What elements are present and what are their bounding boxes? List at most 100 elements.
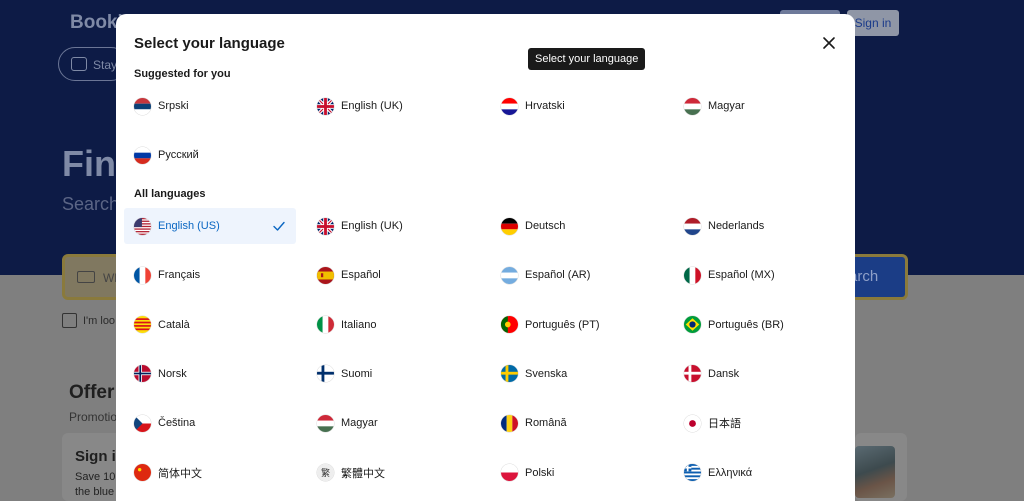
language-option-fi-suomi[interactable]: Suomi xyxy=(307,356,479,392)
language-option-label: Español (MX) xyxy=(708,269,775,282)
language-option-se-svenska[interactable]: Svenska xyxy=(491,356,663,392)
language-option-nl-nederlands[interactable]: Nederlands xyxy=(674,208,846,244)
destination-search-input[interactable]: Wh xyxy=(62,254,122,300)
language-option-label: 繁體中文 xyxy=(341,467,385,480)
work-travel-checkbox[interactable] xyxy=(62,313,77,328)
language-option-gr-lang[interactable]: Ελληνικά xyxy=(674,455,846,491)
flag-icon-hu xyxy=(317,414,334,432)
language-option-label: Català xyxy=(158,318,190,331)
language-option-hr-hrvatski[interactable]: Hrvatski xyxy=(491,88,663,124)
language-option-label: English (US) xyxy=(158,220,220,232)
language-option-label: Español (AR) xyxy=(525,269,591,282)
checkmark-icon xyxy=(272,219,286,233)
flag-icon-mx xyxy=(684,266,701,284)
svg-text:繁: 繁 xyxy=(321,467,330,479)
flag-icon-ct xyxy=(134,316,151,334)
language-option-hu-magyar[interactable]: Magyar xyxy=(674,88,846,124)
language-option-us-english-us[interactable]: English (US) xyxy=(124,208,296,244)
flag-icon-gb xyxy=(317,217,334,235)
work-travel-checkbox-label: I'm loo xyxy=(83,315,116,327)
language-option-ro-romana[interactable]: Română xyxy=(491,405,663,441)
language-option-label: Nederlands xyxy=(708,220,765,232)
language-option-label: Polski xyxy=(525,466,555,479)
language-option-label: Magyar xyxy=(708,100,745,112)
language-option-cn-lang[interactable]: 简体中文 xyxy=(124,455,296,491)
close-button[interactable] xyxy=(819,33,839,53)
language-option-pt-portugues-pt[interactable]: Português (PT) xyxy=(491,307,663,343)
stays-tab-label: Stay xyxy=(93,58,118,72)
flag-icon-ro xyxy=(501,414,518,432)
flag-icon-fr xyxy=(134,266,151,284)
flag-icon-us xyxy=(134,217,151,235)
flag-icon-pl xyxy=(501,464,518,481)
language-option-jp-lang[interactable]: 日本語 xyxy=(674,405,846,441)
flag-icon-de xyxy=(501,217,518,235)
flag-icon-hr xyxy=(501,97,518,115)
language-option-label: Norsk xyxy=(158,367,187,380)
language-option-fr-francais[interactable]: Français xyxy=(124,257,296,293)
language-option-label: Română xyxy=(525,417,567,430)
language-option-label: Suomi xyxy=(341,367,373,380)
language-option-gb-english-uk[interactable]: English (UK) xyxy=(307,208,479,244)
language-option-br-portugues-br[interactable]: Português (BR) xyxy=(674,307,846,343)
language-option-label: Français xyxy=(158,269,201,282)
flag-icon-br xyxy=(684,316,701,334)
flag-icon-ru xyxy=(134,146,151,164)
language-option-label: Русский xyxy=(158,149,199,162)
language-option-label: Dansk xyxy=(708,367,740,380)
flag-icon-no xyxy=(134,365,151,383)
modal-title: Select your language xyxy=(134,35,285,52)
language-option-tw-lang[interactable]: 繁繁體中文 xyxy=(307,455,479,491)
language-option-hu-magyar[interactable]: Magyar xyxy=(307,405,479,441)
language-option-label: Magyar xyxy=(341,417,378,430)
language-option-it-italiano[interactable]: Italiano xyxy=(307,307,479,343)
language-option-label: Deutsch xyxy=(525,220,566,232)
language-option-dk-dansk[interactable]: Dansk xyxy=(674,356,846,392)
sign-in-card-title: Sign i xyxy=(75,448,116,465)
language-option-label: Čeština xyxy=(158,417,196,430)
flag-icon-fi xyxy=(317,365,334,383)
language-option-label: Hrvatski xyxy=(525,100,565,112)
language-option-label: Português (BR) xyxy=(708,318,784,331)
flag-icon-gr xyxy=(684,464,701,481)
site-logo: Booki xyxy=(70,12,123,33)
flag-icon-tw: 繁 xyxy=(317,464,334,481)
language-option-label: Srpski xyxy=(158,100,189,112)
flag-icon-it xyxy=(317,316,334,334)
bed-icon xyxy=(71,57,87,71)
flag-icon-nl xyxy=(684,217,701,235)
flag-icon-gb xyxy=(317,97,334,115)
flag-icon-ar xyxy=(501,266,518,284)
language-option-ru-lang[interactable]: Русский xyxy=(124,137,296,173)
sign-in-card-text-2: the blue xyxy=(75,486,115,498)
bed-icon xyxy=(77,271,95,283)
flag-icon-jp xyxy=(684,414,701,432)
suggested-section-title: Suggested for you xyxy=(134,68,231,80)
offers-subtitle: Promotio xyxy=(69,410,118,424)
language-option-ar-espanol-ar[interactable]: Español (AR) xyxy=(491,257,663,293)
flag-icon-rs xyxy=(134,97,151,115)
language-option-label: English (UK) xyxy=(341,100,403,112)
all-languages-section-title: All languages xyxy=(134,188,206,200)
sign-in-card-text: Save 10 xyxy=(75,471,116,483)
flag-icon-dk xyxy=(684,365,701,383)
hero-subtitle: Search xyxy=(62,194,120,214)
language-option-no-norsk[interactable]: Norsk xyxy=(124,356,296,392)
language-option-label: Español xyxy=(341,269,381,282)
close-icon xyxy=(823,37,835,49)
language-option-pl-polski[interactable]: Polski xyxy=(491,455,663,491)
language-option-ct-catala[interactable]: Català xyxy=(124,307,296,343)
language-option-mx-espanol-mx[interactable]: Español (MX) xyxy=(674,257,846,293)
language-option-es-espanol[interactable]: Español xyxy=(307,257,479,293)
hero-title: Fin xyxy=(62,143,116,184)
language-option-rs-srpski[interactable]: Srpski xyxy=(124,88,296,124)
language-option-label: Português (PT) xyxy=(525,318,600,331)
flag-icon-se xyxy=(501,365,518,383)
flag-icon-pt xyxy=(501,316,518,334)
language-option-label: English (UK) xyxy=(341,220,403,232)
language-option-label: Italiano xyxy=(341,318,377,331)
language-option-label: 简体中文 xyxy=(158,467,202,480)
language-option-de-deutsch[interactable]: Deutsch xyxy=(491,208,663,244)
language-option-cz-cestina[interactable]: Čeština xyxy=(124,405,296,441)
language-option-gb-english-uk[interactable]: English (UK) xyxy=(307,88,479,124)
